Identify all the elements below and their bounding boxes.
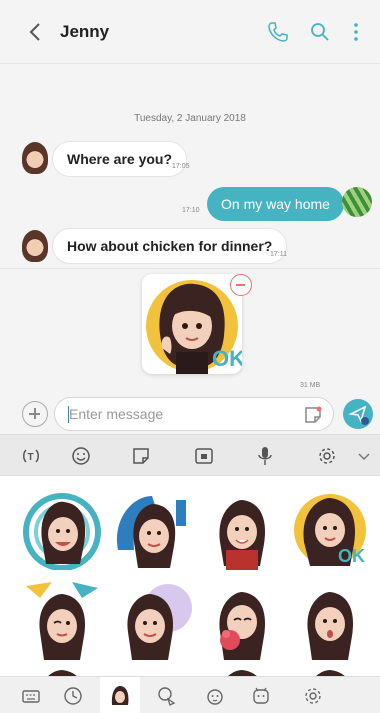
remove-sticker-button[interactable] (230, 274, 252, 296)
contact-avatar[interactable] (22, 230, 48, 262)
sticker-image (127, 584, 192, 660)
phone-icon[interactable] (266, 20, 290, 44)
message-composer (0, 394, 380, 434)
sticker-badge-text: OK (338, 546, 365, 566)
message-bubble-outgoing[interactable]: On my way home (207, 187, 344, 221)
sticker-item[interactable] (290, 668, 370, 676)
microphone-icon[interactable] (254, 445, 276, 467)
sticker-button-icon[interactable] (303, 405, 323, 425)
sticker-badge-text: OK (212, 346, 242, 371)
message-input[interactable] (69, 398, 299, 430)
sticker-item[interactable]: OK (290, 490, 370, 570)
message-time: 17:11 (270, 251, 287, 258)
attached-sticker-preview[interactable]: OK (142, 274, 242, 374)
sticker-item[interactable] (112, 582, 192, 662)
message-bubble-incoming[interactable]: Where are you? (52, 141, 188, 177)
attachment-size: 31 MB (300, 382, 321, 389)
search-icon[interactable] (308, 20, 332, 44)
settings-icon[interactable] (302, 685, 324, 707)
svg-text:T: T (28, 452, 34, 463)
sticker-image: OK (294, 494, 366, 566)
back-arrow-icon[interactable] (26, 20, 46, 44)
message-field-container (54, 397, 334, 431)
more-options-icon[interactable] (344, 20, 368, 44)
sticker-item[interactable] (112, 490, 192, 570)
recent-icon[interactable] (62, 685, 84, 707)
sticker-item[interactable] (22, 582, 102, 662)
send-button[interactable] (343, 399, 373, 429)
sticker-image (23, 493, 101, 571)
chevron-down-icon[interactable] (356, 445, 372, 467)
sticker-pack-icon[interactable] (156, 685, 178, 707)
ar-emoji-icon[interactable] (109, 685, 131, 707)
sticker-image (219, 500, 266, 570)
send-icon (348, 405, 369, 425)
sticker-image (219, 592, 266, 660)
keyboard-toolbar: T (0, 434, 380, 476)
my-avatar[interactable] (342, 187, 372, 217)
contact-avatar[interactable] (22, 142, 48, 174)
translate-icon[interactable]: T (20, 445, 42, 467)
settings-icon[interactable] (316, 445, 338, 467)
message-time: 17:10 (182, 207, 200, 214)
chat-header: Jenny (0, 0, 380, 64)
sticker-category-bar (0, 676, 380, 713)
emoji-icon[interactable] (70, 445, 92, 467)
contact-name[interactable]: Jenny (60, 22, 109, 42)
sticker-item[interactable] (202, 490, 282, 570)
keyboard-icon[interactable] (20, 685, 42, 707)
sticker-image (26, 582, 98, 660)
message-time: 17:05 (172, 163, 190, 170)
sticker-image (316, 670, 345, 676)
gif-icon[interactable] (193, 445, 215, 467)
sticker-item[interactable] (22, 668, 102, 676)
message-bubble-incoming[interactable]: How about chicken for dinner? (52, 228, 288, 264)
sticker-item[interactable] (202, 582, 282, 662)
ar-emoji-sticker-image: OK (146, 280, 242, 374)
animal-sticker-icon[interactable] (204, 685, 226, 707)
sticker-image (48, 670, 77, 676)
sticker-image (307, 592, 354, 660)
attach-button[interactable] (22, 401, 48, 427)
sticker-image (228, 670, 257, 676)
sticker-icon[interactable] (130, 445, 152, 467)
sticker-item[interactable] (290, 582, 370, 662)
sticker-image (116, 496, 186, 568)
character-sticker-icon[interactable] (250, 685, 272, 707)
sticker-grid: OK (0, 476, 380, 676)
date-separator: Tuesday, 2 January 2018 (134, 113, 246, 124)
sticker-item[interactable] (202, 668, 282, 676)
divider (0, 268, 380, 269)
sticker-item[interactable] (22, 490, 102, 571)
